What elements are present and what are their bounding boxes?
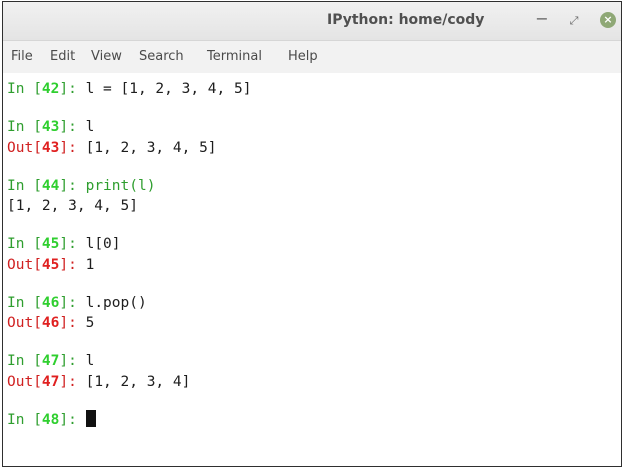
input-line: In [42]: l = [1, 2, 3, 4, 5] [7, 81, 252, 97]
input-code: l[0] [85, 236, 121, 252]
window-title: IPython: home/cody [327, 12, 485, 28]
input-code: l [85, 119, 95, 135]
menu-terminal[interactable]: Terminal [207, 49, 262, 64]
output-line: Out[45]: 1 [7, 256, 95, 273]
output-line: Out[46]: 5 [7, 315, 95, 331]
maximize-icon[interactable]: ⤢ [565, 12, 583, 30]
menu-edit[interactable]: Edit [50, 49, 75, 64]
input-code: l.pop() [85, 294, 147, 311]
output-line: Out[43]: [1, 2, 3, 4, 5] [7, 139, 217, 156]
menu-bar: File Edit View Search Terminal Help [3, 41, 621, 73]
minimize-icon[interactable]: − [533, 10, 551, 28]
current-input-line[interactable]: In [48]: [7, 409, 621, 431]
input-line: In [47]: l [7, 353, 95, 369]
title-bar[interactable]: IPython: home/cody − ⤢ × [3, 2, 621, 41]
input-code: l = [1, 2, 3, 4, 5] [85, 81, 252, 97]
terminal-window: IPython: home/cody − ⤢ × File Edit View … [2, 1, 622, 467]
input-code: print(l) [85, 177, 156, 194]
menu-search[interactable]: Search [139, 49, 184, 64]
output-value: [1, 2, 3, 4, 5] [85, 139, 217, 156]
menu-file[interactable]: File [11, 49, 33, 64]
output-value: [1, 2, 3, 4] [85, 373, 191, 390]
menu-view[interactable]: View [91, 49, 122, 64]
input-line: In [46]: l.pop() [7, 294, 147, 311]
input-code: l [85, 353, 95, 369]
stdout-line: [1, 2, 3, 4, 5] [7, 198, 138, 214]
output-value: 1 [85, 256, 95, 273]
input-line: In [44]: print(l) [7, 177, 156, 194]
text-cursor [85, 409, 96, 427]
output-line: Out[47]: [1, 2, 3, 4] [7, 373, 191, 390]
input-line: In [43]: l [7, 119, 95, 135]
terminal-output[interactable]: In [42]: l = [1, 2, 3, 4, 5] In [43]: l … [3, 73, 621, 430]
output-value: 5 [85, 315, 95, 331]
input-line: In [45]: l[0] [7, 236, 121, 252]
menu-help[interactable]: Help [288, 49, 318, 64]
close-icon[interactable]: × [600, 12, 616, 28]
